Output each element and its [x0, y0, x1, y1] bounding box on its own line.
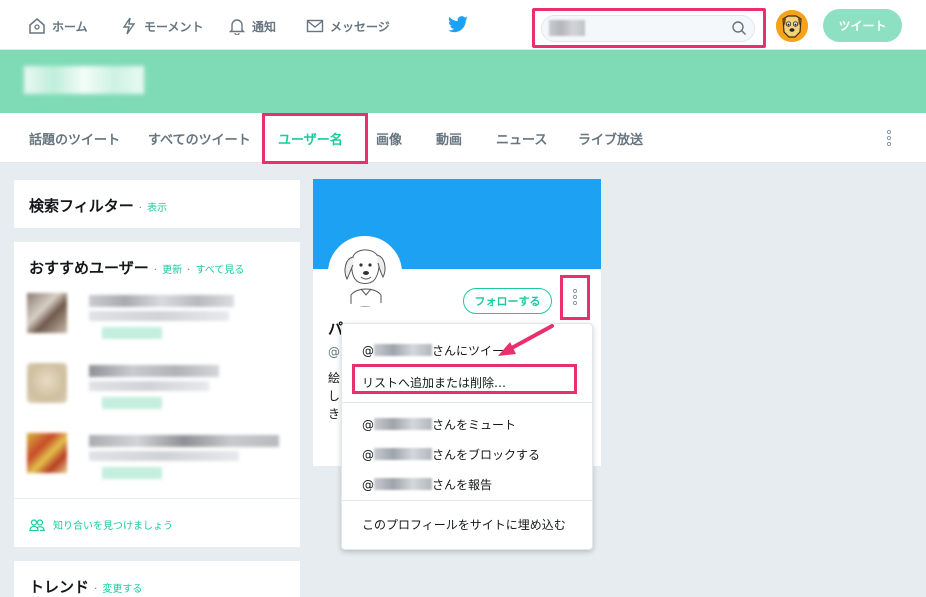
- tweet-button[interactable]: ツイート: [823, 9, 902, 42]
- avatar: [27, 363, 67, 403]
- user-handle-redacted: [89, 451, 239, 461]
- follow-button-redacted[interactable]: [102, 467, 162, 479]
- username-redacted: [374, 448, 432, 460]
- nav-moments[interactable]: モーメント: [120, 16, 204, 36]
- separator-dot: ·: [94, 584, 98, 595]
- twitter-bird-icon[interactable]: [447, 16, 469, 34]
- tab-news[interactable]: ニュース: [496, 129, 547, 148]
- list-item[interactable]: [14, 287, 300, 357]
- annotation-arrow-icon: [498, 324, 554, 356]
- dog-sketch-icon: [331, 239, 399, 307]
- follow-button[interactable]: フォローする: [463, 288, 552, 314]
- change-trends-link[interactable]: 変更する: [102, 584, 142, 595]
- menu-block[interactable]: @ さんをブロックする: [362, 446, 540, 463]
- profile-avatar[interactable]: [328, 236, 402, 310]
- dog-avatar-icon: [776, 10, 808, 42]
- at-sign: @: [362, 344, 374, 358]
- search-query-redacted: [549, 20, 585, 36]
- who-to-follow-card: おすすめユーザー · 更新 · すべて見る 知り合いを見つけましょう: [13, 241, 301, 548]
- follow-button-redacted[interactable]: [102, 397, 162, 409]
- trends-card: トレンド · 変更する: [13, 560, 301, 597]
- divider: [342, 500, 592, 501]
- search-tabs: 話題のツイート すべてのツイート ユーザー名 画像 動画 ニュース ライブ放送: [0, 113, 926, 163]
- avatar: [27, 293, 67, 333]
- view-all-link[interactable]: すべて見る: [195, 265, 244, 276]
- follow-button-redacted[interactable]: [102, 327, 162, 339]
- more-options-icon[interactable]: [884, 129, 894, 147]
- nav-messages[interactable]: メッセージ: [306, 16, 390, 36]
- nav-messages-label: メッセージ: [330, 19, 390, 34]
- list-item[interactable]: [14, 427, 300, 497]
- nav-home-label: ホーム: [52, 19, 88, 34]
- envelope-icon: [306, 19, 324, 33]
- search-filters-card: 検索フィルター · 表示: [13, 179, 301, 229]
- user-avatar[interactable]: [776, 10, 808, 42]
- user-name-redacted: [89, 365, 219, 377]
- username-redacted: [374, 344, 432, 356]
- user-handle-redacted: [89, 311, 229, 321]
- menu-block-label: さんをブロックする: [432, 448, 541, 462]
- tab-images[interactable]: 画像: [376, 129, 402, 148]
- menu-report[interactable]: @ さんを報告: [362, 476, 492, 493]
- at-sign: @: [362, 448, 374, 462]
- separator-dot: ·: [153, 265, 157, 276]
- profile-handle: @: [328, 345, 340, 359]
- profile-more-highlight-box[interactable]: [560, 275, 590, 320]
- menu-mute[interactable]: @ さんをミュート: [362, 416, 516, 433]
- find-friends-label: 知り合いを見つけましょう: [53, 521, 173, 532]
- separator-dot: ·: [187, 265, 191, 276]
- tab-top-tweets[interactable]: 話題のツイート: [29, 129, 120, 148]
- search-icon[interactable]: [731, 20, 747, 36]
- menu-report-label: さんを報告: [432, 478, 493, 492]
- who-to-follow-title: おすすめユーザー: [29, 259, 149, 277]
- menu-mute-label: さんをミュート: [432, 418, 517, 432]
- avatar: [27, 433, 67, 473]
- list-option-highlight-box: [352, 364, 577, 394]
- at-sign: @: [362, 418, 374, 432]
- menu-tweet-to[interactable]: @ さんにツイー: [362, 342, 504, 359]
- user-name-redacted: [89, 435, 279, 447]
- list-item[interactable]: [14, 357, 300, 427]
- top-navigation: ホーム モーメント 通知 メッセージ ツイート: [0, 0, 926, 50]
- search-filters-show-link[interactable]: 表示: [147, 203, 167, 214]
- menu-embed-profile[interactable]: このプロフィールをサイトに埋め込む: [362, 516, 566, 533]
- at-sign: @: [362, 478, 374, 492]
- trends-title: トレンド: [29, 578, 90, 596]
- separator-dot: ·: [138, 203, 142, 214]
- nav-moments-label: モーメント: [144, 19, 204, 34]
- bell-icon: [228, 19, 246, 35]
- divider: [14, 498, 300, 499]
- search-term-redacted: [24, 66, 144, 94]
- find-friends-link[interactable]: 知り合いを見つけましょう: [29, 517, 173, 532]
- search-highlight-box: [532, 8, 766, 48]
- search-header-banner: [0, 50, 926, 113]
- nav-home[interactable]: ホーム: [28, 16, 88, 36]
- username-redacted: [374, 418, 432, 430]
- lightning-icon: [122, 17, 136, 35]
- tab-live[interactable]: ライブ放送: [578, 129, 643, 148]
- more-options-icon[interactable]: [570, 288, 580, 306]
- nav-notifications-label: 通知: [252, 19, 277, 34]
- tab-all-tweets[interactable]: すべてのツイート: [148, 129, 251, 148]
- users-tab-highlight-box: [262, 113, 368, 164]
- home-icon: [29, 18, 45, 34]
- tab-videos[interactable]: 動画: [436, 129, 462, 148]
- people-icon: [29, 518, 45, 531]
- search-filters-title: 検索フィルター: [29, 197, 134, 215]
- username-redacted: [374, 478, 432, 490]
- user-handle-redacted: [89, 381, 209, 391]
- divider: [342, 402, 592, 403]
- nav-notifications[interactable]: 通知: [228, 16, 276, 36]
- refresh-link[interactable]: 更新: [162, 265, 182, 276]
- user-name-redacted: [89, 295, 234, 307]
